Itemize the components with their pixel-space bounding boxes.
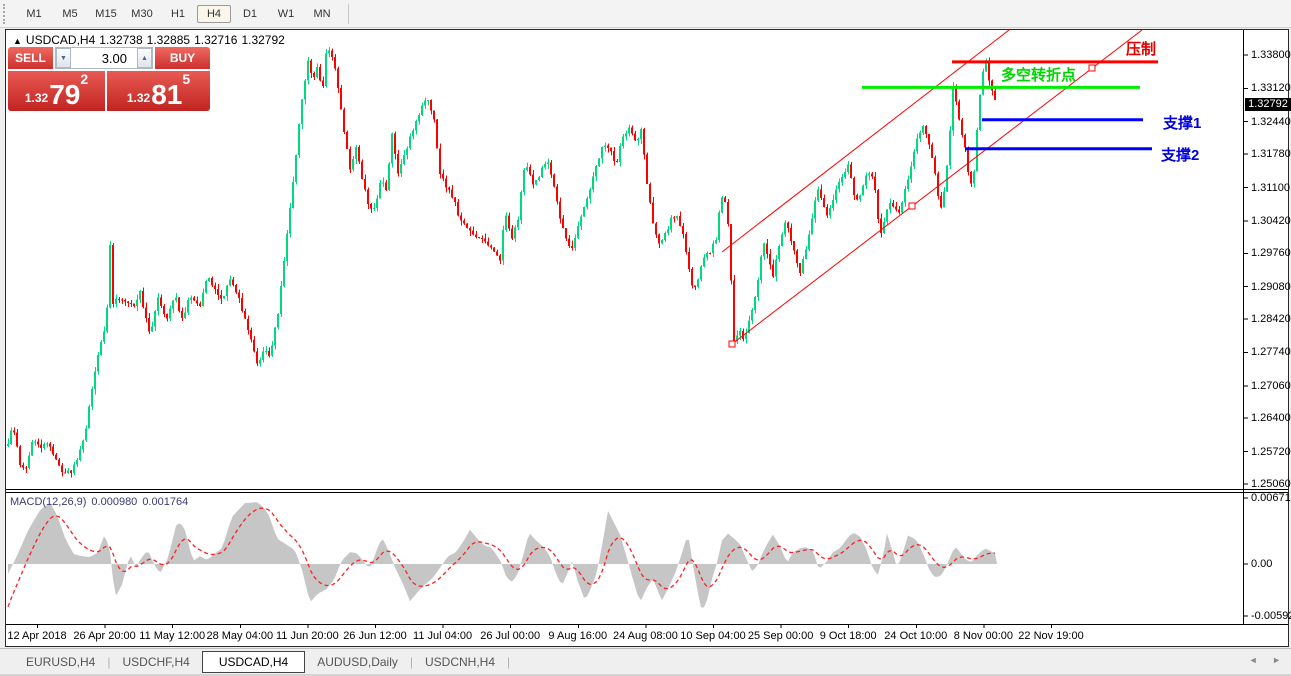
price-axis-label: 1.30420 bbox=[1251, 215, 1291, 227]
one-click-trading-panel: SELL ▼ 3.00 ▲ BUY 1.32 79 2 1.32 81 5 bbox=[8, 47, 210, 111]
chart-title: ▲ USDCAD,H4 1.32738 1.32885 1.32716 1.32792 bbox=[13, 33, 289, 47]
buy-price-prefix: 1.32 bbox=[127, 91, 150, 105]
volume-input[interactable]: 3.00 bbox=[71, 48, 137, 68]
timeframe-button-M5[interactable]: M5 bbox=[53, 5, 87, 23]
macd-axis-label: 0.00 bbox=[1251, 558, 1272, 570]
chart-tab-EURUSD[interactable]: EURUSD,H4 bbox=[14, 652, 107, 672]
sell-price-display[interactable]: 1.32 79 2 bbox=[8, 71, 105, 111]
ohlc-high: 1.32885 bbox=[147, 33, 190, 47]
price-chart-canvas[interactable] bbox=[5, 29, 1289, 647]
price-axis-label: 1.27740 bbox=[1251, 346, 1291, 358]
pivot-label: 多空转折点 bbox=[1001, 64, 1076, 85]
sell-price-prefix: 1.32 bbox=[25, 91, 48, 105]
ohlc-open: 1.32738 bbox=[99, 33, 142, 47]
toolbar-separator bbox=[348, 4, 349, 24]
tab-scroll-buttons: ◄ ► bbox=[1237, 655, 1281, 665]
timeframe-buttons: M1M5M15M30H1H4D1W1MN bbox=[16, 5, 340, 23]
price-axis-label: 1.32440 bbox=[1251, 116, 1291, 128]
buy-price-display[interactable]: 1.32 81 5 bbox=[107, 71, 210, 111]
macd-indicator-label: MACD(12,26,9) 0.000980 0.001764 bbox=[10, 496, 193, 508]
price-axis-label: 1.29760 bbox=[1251, 247, 1291, 259]
buy-button[interactable]: BUY bbox=[155, 47, 210, 69]
price-axis-label: 1.33120 bbox=[1251, 82, 1291, 94]
chart-tab-USDCAD[interactable]: USDCAD,H4 bbox=[202, 651, 305, 673]
macd-value-signal: 0.001764 bbox=[142, 496, 188, 508]
ohlc-low: 1.32716 bbox=[194, 33, 237, 47]
timeframe-button-M15[interactable]: M15 bbox=[89, 5, 123, 23]
down-arrow-icon: ▼ bbox=[60, 55, 67, 62]
timeframe-button-H1[interactable]: H1 bbox=[161, 5, 195, 23]
chart-tab-USDCHF[interactable]: USDCHF,H4 bbox=[110, 652, 201, 672]
chart-symbol-label: USDCAD,H4 bbox=[26, 33, 95, 47]
sell-price-big: 79 bbox=[49, 82, 80, 108]
macd-axis-label: -0.005925 bbox=[1251, 610, 1291, 622]
chart-tab-AUDUSD[interactable]: AUDUSD,Daily bbox=[305, 652, 410, 672]
macd-name: MACD(12,26,9) bbox=[10, 496, 86, 508]
price-axis-label: 1.33800 bbox=[1251, 49, 1291, 61]
collapse-triangle-icon[interactable]: ▲ bbox=[13, 36, 22, 46]
volume-increase-button[interactable]: ▲ bbox=[137, 48, 152, 68]
price-axis-label: 1.25720 bbox=[1251, 446, 1291, 458]
volume-spinner: ▼ 3.00 ▲ bbox=[55, 47, 153, 69]
time-axis-label: 22 Nov 19:00 bbox=[1009, 630, 1093, 642]
price-axis-label: 1.27060 bbox=[1251, 380, 1291, 392]
price-axis-label: 1.25060 bbox=[1251, 478, 1291, 490]
macd-axis-label: 0.006718 bbox=[1251, 492, 1291, 504]
timeframe-toolbar: M1M5M15M30H1H4D1W1MN bbox=[0, 0, 1291, 28]
current-price-box: 1.32792 bbox=[1245, 98, 1291, 111]
trading-terminal: M1M5M15M30H1H4D1W1MN ▲ USDCAD,H4 1.32738 1.… bbox=[0, 0, 1291, 676]
buy-price-pip: 5 bbox=[182, 73, 190, 85]
sell-button[interactable]: SELL bbox=[8, 47, 53, 69]
price-axis-label: 1.29080 bbox=[1251, 281, 1291, 293]
support1-label: 支撑1 bbox=[1163, 112, 1201, 133]
chart-tab-USDCNH[interactable]: USDCNH,H4 bbox=[413, 652, 507, 672]
tab-separator: | bbox=[507, 655, 510, 669]
price-axis-label: 1.31100 bbox=[1251, 182, 1290, 194]
price-axis-label: 1.28420 bbox=[1251, 313, 1291, 325]
timeframe-button-D1[interactable]: D1 bbox=[233, 5, 267, 23]
up-arrow-icon: ▲ bbox=[141, 55, 148, 62]
ohlc-close: 1.32792 bbox=[241, 33, 284, 47]
price-axis-label: 1.26400 bbox=[1251, 412, 1291, 424]
timeframe-button-W1[interactable]: W1 bbox=[269, 5, 303, 23]
buy-price-big: 81 bbox=[151, 82, 182, 108]
toolbar-grip-handle[interactable] bbox=[3, 4, 10, 24]
sell-price-pip: 2 bbox=[80, 73, 88, 85]
tab-scroll-left-icon[interactable]: ◄ bbox=[1249, 655, 1258, 665]
timeframe-button-M30[interactable]: M30 bbox=[125, 5, 159, 23]
timeframe-button-H4[interactable]: H4 bbox=[197, 5, 231, 23]
timeframe-button-M1[interactable]: M1 bbox=[17, 5, 51, 23]
tab-scroll-right-icon[interactable]: ► bbox=[1272, 655, 1281, 665]
chart-tab-bar: EURUSD,H4 | USDCHF,H4USDCAD,H4AUDUSD,Daily… bbox=[0, 648, 1291, 675]
price-axis-label: 1.31780 bbox=[1251, 148, 1291, 160]
resistance-label: 压制 bbox=[1126, 38, 1156, 59]
timeframe-button-MN[interactable]: MN bbox=[305, 5, 339, 23]
volume-decrease-button[interactable]: ▼ bbox=[56, 48, 71, 68]
macd-value-main: 0.000980 bbox=[91, 496, 137, 508]
chart-tabs: EURUSD,H4 | USDCHF,H4USDCAD,H4AUDUSD,Daily… bbox=[14, 651, 510, 673]
support2-label: 支撑2 bbox=[1161, 144, 1199, 165]
